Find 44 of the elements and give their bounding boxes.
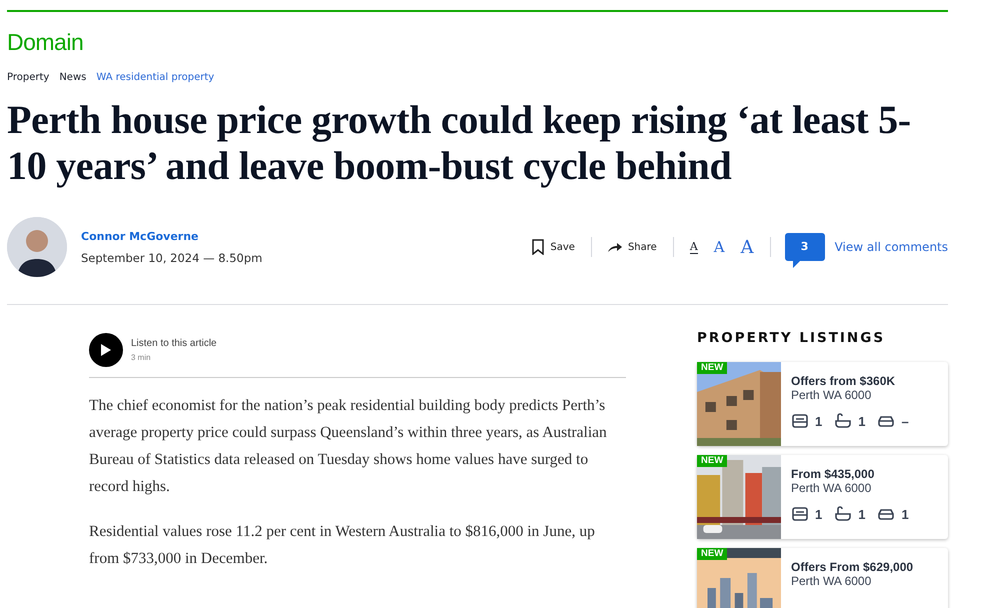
- article-paragraph: The chief economist for the nation’s peak residential building body predicts Perth’s average property price could surpass Queensland’s within three years, as Australian Bureau of Statistics data released on Tuesday shows home values have surged to record highs.: [89, 396, 608, 497]
- comments-link[interactable]: View all comments: [834, 240, 948, 254]
- save-button[interactable]: Save: [516, 239, 591, 255]
- audio-title: Listen to this article: [131, 338, 217, 349]
- font-size-button[interactable]: A: [732, 236, 762, 258]
- bathtub-icon: [834, 505, 852, 523]
- bed-count: 1: [815, 414, 822, 428]
- new-badge: NEW: [697, 548, 728, 560]
- new-badge: NEW: [697, 362, 728, 374]
- font-size-button[interactable]: A: [690, 240, 698, 254]
- breadcrumb-link[interactable]: News: [59, 72, 86, 83]
- headline: Perth house price growth could keep rising ‘at least 5-10 years’ and leave boom-bust cycle behind: [7, 97, 912, 189]
- font-size-button[interactable]: A: [706, 238, 733, 256]
- breadcrumb-link[interactable]: WA residential property: [96, 72, 214, 83]
- listing-price: From $435,000: [791, 467, 876, 481]
- author-name[interactable]: Connor McGoverne: [81, 230, 262, 242]
- listing-price: Offers From $629,000: [791, 560, 914, 574]
- play-button[interactable]: [89, 333, 123, 367]
- comment-count-bubble[interactable]: 3: [784, 233, 825, 268]
- listing-card[interactable]: NEW Offers From $629,000 Perth WA 6000: [697, 548, 948, 608]
- bed-count: 1: [815, 506, 822, 522]
- car-count: 1: [901, 506, 909, 522]
- share-arrow-icon: [608, 242, 622, 252]
- listing-location: Perth WA 6000: [791, 481, 872, 495]
- car-count: –: [901, 414, 909, 428]
- share-button[interactable]: Share: [592, 242, 673, 252]
- listing-location: Perth WA 6000: [791, 388, 872, 402]
- listing-card[interactable]: NEW Offers from $360K Perth WA 6000 1 1 –: [697, 362, 948, 446]
- audio-duration: 3 min: [131, 353, 152, 362]
- section-heading: PROPERTY LISTINGS: [697, 330, 886, 346]
- bed-icon: [791, 412, 809, 430]
- bath-count: 1: [858, 414, 866, 428]
- publish-date: September 10, 2024 — 8.50pm: [81, 250, 262, 264]
- breadcrumb-link[interactable]: Property: [7, 72, 50, 83]
- bath-count: 1: [858, 506, 866, 522]
- listing-card[interactable]: NEW From $435,000 Perth WA 6000 1 1 1: [697, 455, 948, 539]
- listing-location: Perth WA 6000: [791, 574, 872, 588]
- bathtub-icon: [834, 412, 852, 430]
- bed-icon: [791, 505, 809, 523]
- new-badge: NEW: [697, 455, 728, 467]
- listing-price: Offers from $360K: [791, 374, 896, 388]
- article-paragraph: Residential values rose 11.2 per cent in Western Australia to $816,000 in June, up from $733,000 in December.: [89, 522, 596, 569]
- bookmark-icon: [532, 239, 544, 255]
- play-icon: [100, 343, 112, 357]
